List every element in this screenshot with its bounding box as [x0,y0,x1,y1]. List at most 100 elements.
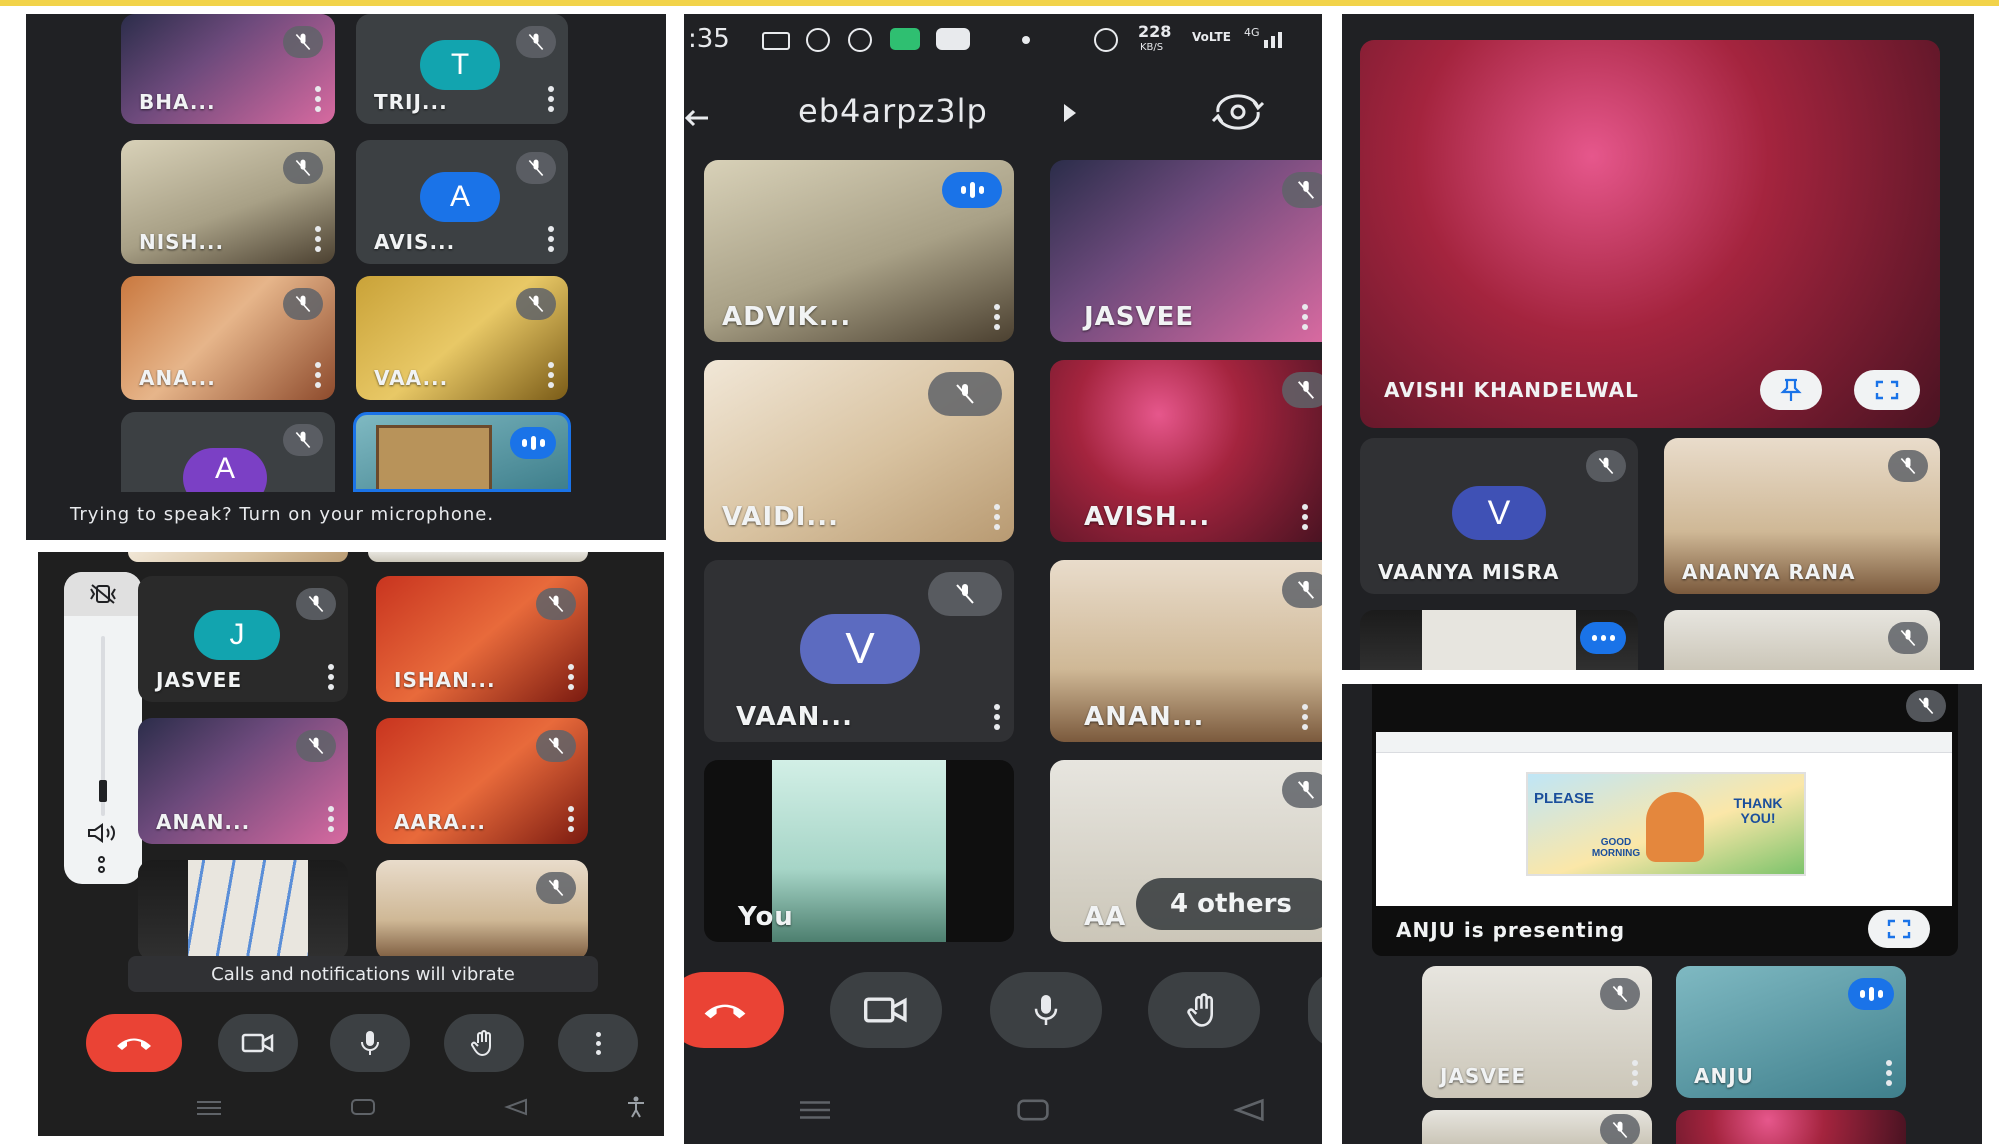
participant-tile[interactable]: ANJU [1676,966,1906,1098]
home-nav-icon[interactable] [1016,1098,1050,1127]
alarm-icon [1094,28,1118,52]
dot-icon [1022,36,1030,44]
back-nav-icon[interactable] [504,1098,528,1121]
more-options-button[interactable] [558,1014,638,1072]
more-options-button[interactable] [1308,972,1322,1048]
more-options-icon[interactable] [548,86,554,112]
participant-tile[interactable]: NISH... [121,140,335,264]
mic-off-icon [283,152,323,184]
camera-button[interactable] [218,1014,298,1072]
volume-track[interactable] [99,636,107,816]
speaking-icon [942,172,1002,208]
meeting-code[interactable]: eb4arpz3lp [798,92,988,130]
signal-label: 4G [1244,26,1260,39]
shared-screen: PLEASE THANK YOU! GOOD MORNING [1376,732,1952,906]
whatsapp-icon [806,28,830,52]
others-pill[interactable]: 4 others [1136,878,1322,930]
status-bar: :35 228 KB/S VoLTE 4G [684,14,1322,64]
meeting-info-arrow-icon[interactable] [1062,102,1078,129]
mic-off-icon [516,152,556,184]
participant-tile[interactable] [353,412,571,492]
back-nav-icon[interactable] [1232,1098,1266,1127]
mic-off-icon [1888,450,1928,482]
end-call-button[interactable] [86,1014,182,1072]
switch-camera-icon[interactable] [1210,92,1266,137]
more-options-icon[interactable] [1302,504,1308,530]
participant-tile[interactable] [376,860,588,960]
participant-tile[interactable]: T TRIJ... [356,14,568,124]
fullscreen-button[interactable] [1868,910,1930,948]
more-options-icon[interactable] [328,806,334,832]
participant-tile[interactable] [138,860,348,960]
more-options-icon[interactable] [568,806,574,832]
microphone-button[interactable] [330,1014,410,1072]
more-options-icon[interactable] [315,86,321,112]
self-view-tile[interactable]: You [704,760,1014,942]
participant-tile[interactable] [1676,1110,1906,1144]
more-options-icon[interactable] [568,664,574,690]
mic-off-icon [283,424,323,456]
participant-tile[interactable]: VAIDI... [704,360,1014,542]
raise-hand-button[interactable] [444,1014,524,1072]
more-options-icon[interactable] [315,226,321,252]
vibrate-toast-text: Calls and notifications will vibrate [211,963,515,985]
participant-tile[interactable] [1664,610,1940,670]
more-options-icon[interactable] [1632,1060,1638,1086]
participant-tile[interactable]: ANAN... [1050,560,1322,742]
participant-tile[interactable]: V VAANYA MISRA [1360,438,1638,594]
participant-name: VAIDI... [722,502,840,532]
participant-tile[interactable]: VAA... [356,276,568,400]
participant-tile[interactable]: JASVEE [1422,966,1652,1098]
more-options-icon[interactable] [315,362,321,388]
participant-tile[interactable]: A AVIS... [356,140,568,264]
more-options-icon[interactable] [548,226,554,252]
participant-tile[interactable]: JASVEE [1050,160,1322,342]
back-arrow-icon[interactable] [684,108,710,133]
microphone-button[interactable] [990,972,1102,1048]
featured-participant-tile[interactable]: AVISHI KHANDELWAL [1360,40,1940,428]
camera-button[interactable] [830,972,942,1048]
slide-word: THANK YOU! [1733,795,1783,826]
more-options-icon[interactable] [994,304,1000,330]
mic-off-icon [1888,622,1928,654]
participant-tile[interactable] [1422,1110,1652,1144]
participant-tile[interactable]: AA 4 others [1050,760,1322,942]
accessibility-icon[interactable] [626,1096,646,1123]
participant-tile[interactable]: ANANYA RANA [1664,438,1940,594]
participant-tile[interactable]: ANAN... [138,718,348,844]
more-options-icon[interactable] [328,664,334,690]
participant-name: ANA... [139,366,216,390]
more-options-icon[interactable] [994,704,1000,730]
end-call-button[interactable] [684,972,784,1048]
participant-tile[interactable]: J JASVEE [138,576,348,702]
participant-tile[interactable]: BHA... [121,14,335,124]
vibrate-mode-icon[interactable] [64,572,142,616]
pin-button[interactable] [1760,370,1822,410]
more-options-icon[interactable] [548,362,554,388]
more-options-icon[interactable] [1886,1060,1892,1086]
participant-name: NISH... [139,230,225,254]
speaker-icon[interactable] [86,822,120,849]
participant-tile[interactable] [1360,610,1638,670]
menu-nav-icon[interactable] [798,1100,832,1125]
participant-tile[interactable]: ADVIK... [704,160,1014,342]
signal-icon [1264,32,1282,48]
more-options-icon[interactable] [1302,304,1308,330]
menu-nav-icon[interactable] [196,1100,222,1121]
home-nav-icon[interactable] [350,1098,376,1121]
volume-settings-icon[interactable] [98,856,105,873]
volume-thumb[interactable] [99,780,107,802]
vibrate-toast: Calls and notifications will vibrate [128,956,598,992]
participant-tile[interactable]: A [121,412,335,492]
participant-tile[interactable]: V VAAN... [704,560,1014,742]
meet-screenshot-right-top: AVISHI KHANDELWAL V VAANYA MISRA ANANYA … [1342,14,1974,670]
participant-tile[interactable]: ANA... [121,276,335,400]
more-options-icon[interactable] [994,504,1000,530]
more-options-icon[interactable] [1302,704,1308,730]
participant-tile[interactable]: ISHAN... [376,576,588,702]
fullscreen-button[interactable] [1854,370,1920,410]
participant-tile[interactable]: AARA... [376,718,588,844]
microphone-hint: Trying to speak? Turn on your microphone… [70,504,495,525]
raise-hand-button[interactable] [1148,972,1260,1048]
participant-tile[interactable]: AVISH... [1050,360,1322,542]
